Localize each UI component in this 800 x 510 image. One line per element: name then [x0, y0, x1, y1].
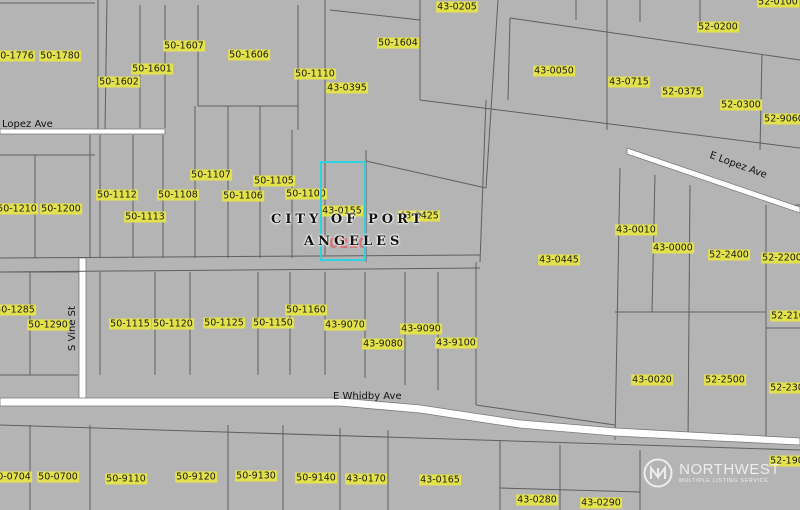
parcel-label: 50-1602 [98, 76, 140, 88]
parcel-label: 50-0704 [0, 471, 32, 483]
parcel-label: 50-1108 [157, 189, 199, 201]
parcel-label: 43-0280 [516, 494, 558, 506]
parcel-label: 50-9130 [235, 470, 277, 482]
parcel-label: 50-1120 [152, 318, 194, 330]
parcel-label: 50-1607 [163, 40, 205, 52]
parcel-label: 52-2500 [704, 374, 746, 386]
parcel-label: 43-9080 [362, 338, 404, 350]
brand-tagline: MULTIPLE LISTING SERVICE [679, 477, 769, 484]
parcel-label: 50-1200 [40, 203, 82, 215]
parcel-label: 50-1210 [0, 203, 38, 215]
parcel-label: 50-1107 [190, 169, 232, 181]
street-label: Lopez Ave [2, 119, 53, 130]
parcel-label: 43-0010 [615, 224, 657, 236]
parcel-label: 50-1604 [377, 37, 419, 49]
parcel-label: 43-0020 [631, 374, 673, 386]
parcel-label: 43-9090 [400, 323, 442, 335]
city-label-line1: CITY OF PORT [271, 212, 426, 227]
street-label: E Whidby Ave [333, 391, 402, 402]
parcel-label: 52-2400 [708, 249, 750, 261]
parcel-label: 52-0100 [757, 0, 799, 8]
brand-name: NORTHWEST [679, 460, 780, 478]
parcel-label: 50-1776 [0, 50, 35, 62]
parcel-label: 50-1105 [253, 175, 295, 187]
parcel-label: 50-0700 [37, 471, 79, 483]
parcel-label: 52-2200 [761, 252, 800, 264]
parcel-label: 50-1115 [109, 318, 151, 330]
parcel-label: 43-0170 [345, 473, 387, 485]
parcel-label: 50-9110 [105, 473, 147, 485]
parcel-label: 50-1285 [0, 304, 36, 316]
parcel-label: 50-9120 [175, 471, 217, 483]
parcel-label: 43-9100 [435, 337, 477, 349]
parcel-label: 50-1290 [27, 319, 69, 331]
parcel-label: 50-1106 [222, 190, 264, 202]
watermark-logo: NORTHWEST MULTIPLE LISTING SERVICE [643, 458, 780, 488]
parcel-label: 50-1160 [285, 304, 327, 316]
parcel-label: 52-2300 [769, 382, 800, 394]
parcel-label: 43-9070 [324, 319, 366, 331]
parcel-label: 50-1780 [39, 50, 81, 62]
parcel-label: 50-1150 [252, 317, 294, 329]
parcel-label: 52-0200 [697, 21, 739, 33]
parcel-label: 52-0300 [720, 99, 762, 111]
parcel-label: 50-1606 [228, 49, 270, 61]
parcel-label: 52-0375 [661, 86, 703, 98]
parcel-label: 50-1110 [294, 68, 336, 80]
parcel-label: 43-0165 [419, 474, 461, 486]
parcel-label: 43-0050 [533, 65, 575, 77]
parcel-label: 50-9140 [295, 472, 337, 484]
parcel-label: 50-1125 [203, 317, 245, 329]
street-label: S Vine St [66, 306, 78, 351]
parcel-label: 50-1112 [96, 189, 138, 201]
parcel-label: 43-0000 [652, 242, 694, 254]
parcel-label: 52-2100 [770, 310, 800, 322]
parcel-label: 43-0205 [436, 1, 478, 13]
parcel-label: 43-0290 [580, 497, 622, 509]
parcel-label: 50-1601 [131, 63, 173, 75]
parcel-map[interactable]: 50-177650-178050-160750-160650-160150-16… [0, 0, 800, 510]
parcel-label: 52-9060 [763, 113, 800, 125]
nwmls-logo-icon [643, 458, 673, 488]
parcel-label: 43-0715 [608, 76, 650, 88]
city-label-line2: ANGELES [304, 234, 404, 249]
parcel-label: 43-0445 [538, 254, 580, 266]
parcel-label: 50-1113 [124, 211, 166, 223]
parcel-label: 43-0395 [326, 82, 368, 94]
